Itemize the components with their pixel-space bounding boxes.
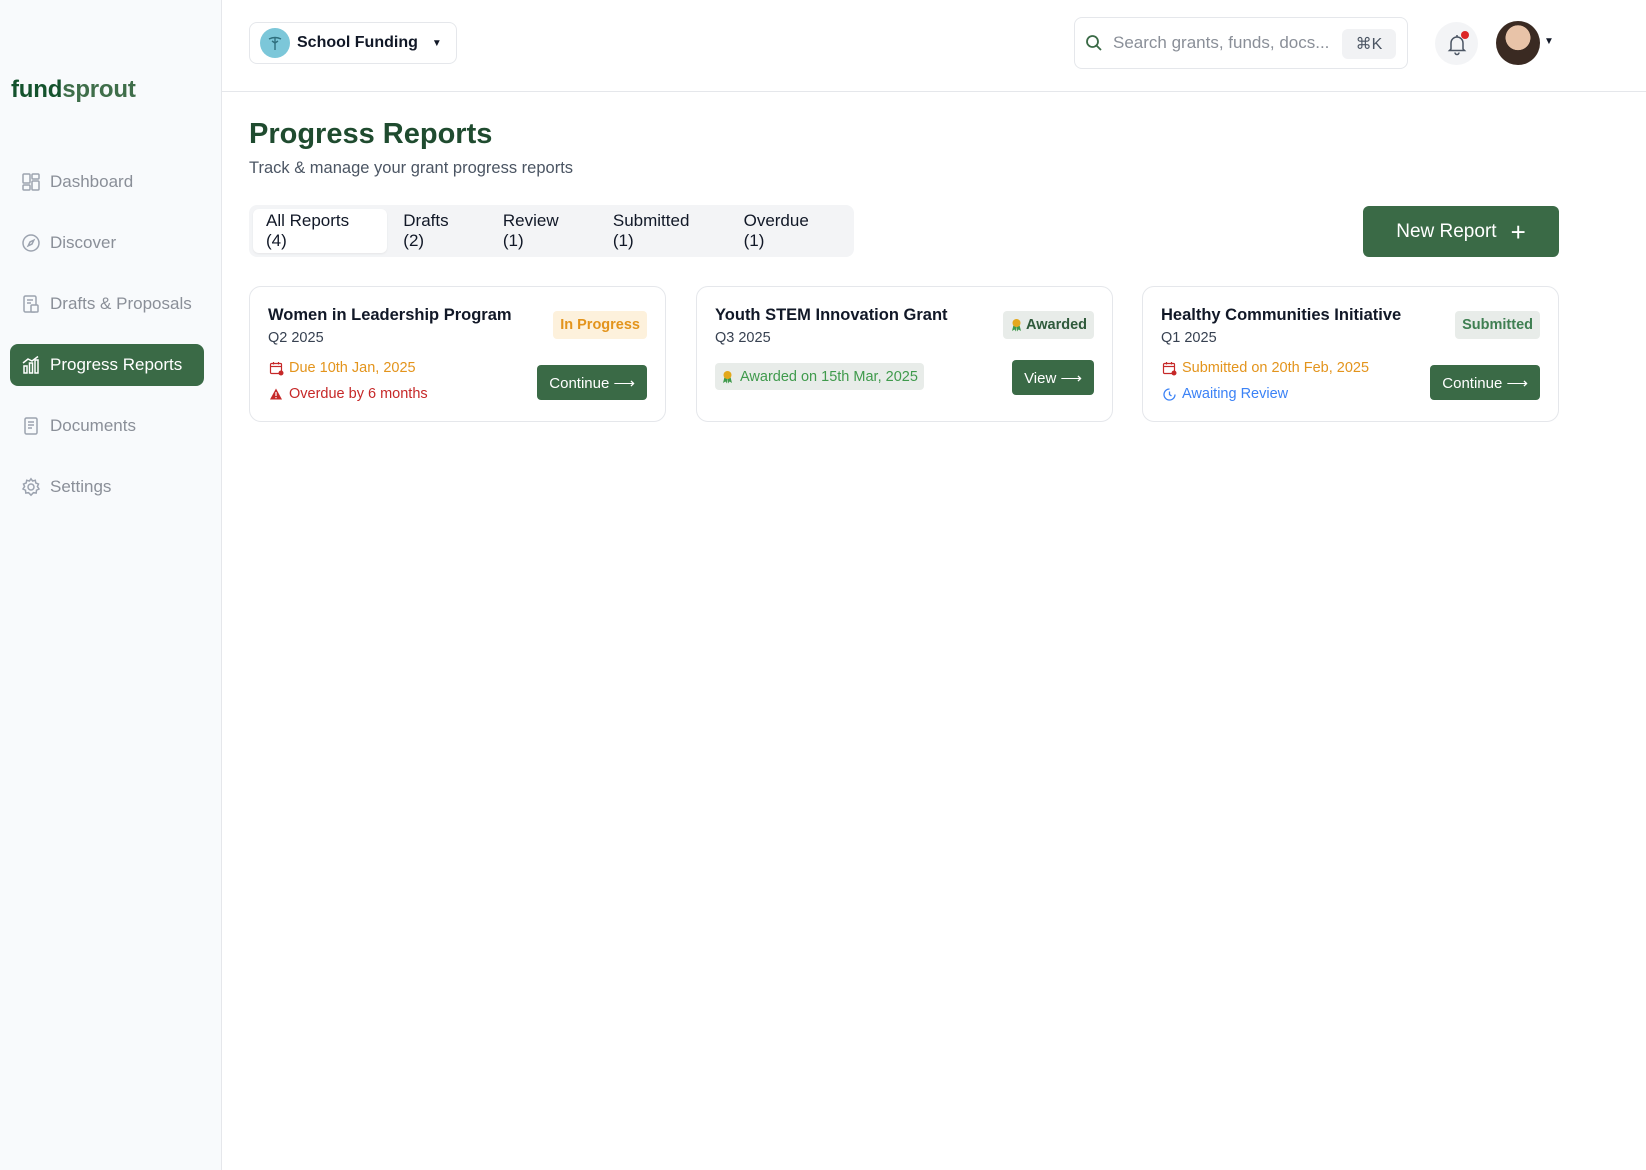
card-title: Women in Leadership Program [268, 306, 512, 324]
sidebar: fundsprout Dashboard Discover Drafts & P… [0, 0, 222, 1170]
tab-all-reports[interactable]: All Reports (4) [253, 209, 388, 253]
sidebar-item-label: Settings [50, 477, 112, 496]
due-date: Due 10th Jan, 2025 [268, 360, 416, 376]
sidebar-item-label: Drafts & Proposals [50, 294, 192, 313]
sidebar-item-label: Discover [50, 233, 117, 252]
submitted-date-text: Submitted on 20th Feb, 2025 [1182, 360, 1370, 376]
new-report-label: New Report [1396, 220, 1497, 242]
card-quarter: Q3 2025 [715, 330, 771, 346]
review-status: Awaiting Review [1161, 386, 1288, 402]
chevron-down-icon[interactable]: ▼ [1544, 36, 1554, 47]
tab-drafts[interactable]: Drafts (2) [390, 209, 487, 253]
search-shortcut-badge: ⌘K [1342, 29, 1396, 59]
sidebar-nav: Dashboard Discover Drafts & Proposals Pr… [10, 161, 204, 527]
calendar-icon [268, 360, 284, 376]
overdue-warning: Overdue by 6 months [268, 386, 428, 402]
sidebar-item-discover[interactable]: Discover [10, 222, 204, 264]
org-logo-icon [260, 28, 290, 58]
brand-logo[interactable]: fundsprout [11, 76, 136, 104]
report-card-healthy-communities: Healthy Communities Initiative Q1 2025 S… [1142, 286, 1559, 422]
card-quarter: Q2 2025 [268, 330, 324, 346]
report-tabs: All Reports (4) Drafts (2) Review (1) Su… [249, 205, 854, 257]
awarded-date-text: Awarded on 15th Mar, 2025 [740, 368, 918, 385]
notifications-button[interactable] [1435, 22, 1478, 65]
org-switcher[interactable]: School Funding ▼ [249, 22, 457, 64]
tab-overdue[interactable]: Overdue (1) [731, 209, 847, 253]
award-icon [721, 370, 734, 384]
awarded-date: Awarded on 15th Mar, 2025 [715, 363, 924, 390]
sidebar-item-drafts-proposals[interactable]: Drafts & Proposals [10, 283, 204, 325]
clock-icon [1161, 386, 1177, 402]
overdue-text: Overdue by 6 months [289, 386, 428, 402]
search-input[interactable] [1113, 33, 1335, 53]
calendar-icon [1161, 360, 1177, 376]
avatar[interactable] [1496, 21, 1540, 65]
page-subtitle: Track & manage your grant progress repor… [249, 159, 574, 177]
status-badge: In Progress [553, 311, 647, 339]
new-report-button[interactable]: New Report + [1363, 206, 1559, 257]
continue-button[interactable]: Continue ⟶ [537, 365, 647, 400]
due-date-text: Due 10th Jan, 2025 [289, 360, 416, 376]
status-badge-label: Awarded [1026, 317, 1087, 333]
sidebar-item-dashboard[interactable]: Dashboard [10, 161, 204, 203]
gear-icon [21, 477, 41, 497]
dashboard-icon [21, 172, 41, 192]
report-card-youth-stem: Youth STEM Innovation Grant Q3 2025 Awar… [696, 286, 1113, 422]
compass-icon [21, 233, 41, 253]
continue-button[interactable]: Continue ⟶ [1430, 365, 1540, 400]
documents-icon [21, 416, 41, 436]
sidebar-item-label: Dashboard [50, 172, 134, 191]
brand-part-sprout: sprout [62, 76, 136, 103]
card-title: Youth STEM Innovation Grant [715, 306, 948, 324]
sidebar-item-settings[interactable]: Settings [10, 466, 204, 508]
award-icon [1010, 318, 1023, 332]
sidebar-item-documents[interactable]: Documents [10, 405, 204, 447]
status-badge: Submitted [1455, 311, 1540, 339]
sidebar-item-progress-reports[interactable]: Progress Reports [10, 344, 204, 386]
search-box[interactable]: ⌘K [1074, 17, 1408, 69]
org-name: School Funding [297, 34, 418, 51]
chevron-down-icon: ▼ [431, 37, 442, 49]
card-title: Healthy Communities Initiative [1161, 306, 1402, 324]
tab-review[interactable]: Review (1) [490, 209, 597, 253]
plus-icon: + [1510, 216, 1526, 247]
review-status-text: Awaiting Review [1182, 386, 1289, 402]
brand-part-fund: fund [11, 76, 63, 103]
top-header: School Funding ▼ ⌘K ▼ [222, 0, 1646, 92]
search-icon [1085, 33, 1105, 53]
drafts-icon [21, 294, 41, 314]
sidebar-item-label: Progress Reports [50, 355, 183, 374]
chart-icon [21, 355, 41, 375]
card-quarter: Q1 2025 [1161, 330, 1217, 346]
page-title: Progress Reports [249, 118, 493, 150]
report-card-women-leadership: Women in Leadership Program Q2 2025 In P… [249, 286, 666, 422]
warning-icon [268, 386, 284, 402]
notification-dot [1461, 31, 1469, 39]
status-badge: Awarded [1003, 311, 1094, 339]
view-button[interactable]: View ⟶ [1012, 360, 1094, 395]
tab-submitted[interactable]: Submitted (1) [600, 209, 728, 253]
submitted-date: Submitted on 20th Feb, 2025 [1161, 360, 1369, 376]
sidebar-item-label: Documents [50, 416, 136, 435]
